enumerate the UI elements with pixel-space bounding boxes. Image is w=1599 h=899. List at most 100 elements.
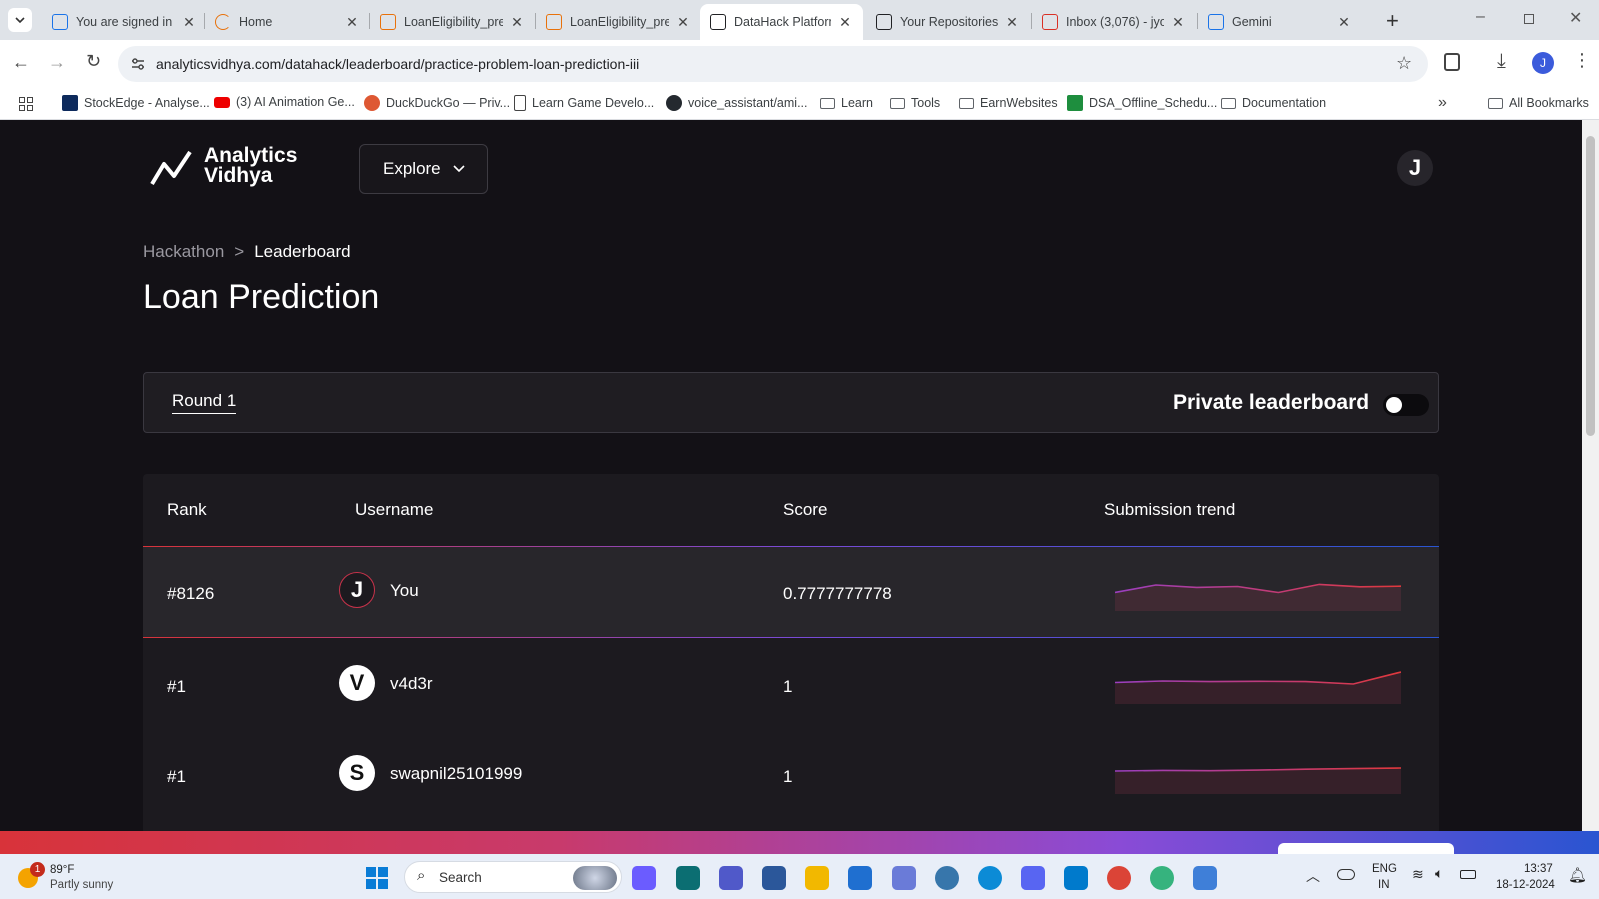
restore-button[interactable]	[1524, 14, 1534, 24]
tab-5[interactable]: DataHack Platform ✕	[700, 4, 863, 40]
download-icon[interactable]: ⤓	[1497, 50, 1506, 73]
tab-2[interactable]: Home ✕	[205, 4, 370, 40]
edge-icon[interactable]	[978, 866, 1002, 890]
notification-bell-icon[interactable]: 🔔︎	[1568, 866, 1587, 884]
close-window-button[interactable]: ✕	[1569, 8, 1582, 28]
snipping-tool-icon[interactable]	[892, 866, 916, 890]
bookmark-label: (3) AI Animation Ge...	[236, 95, 355, 109]
tab-title: You are signed in	[76, 15, 173, 29]
floating-widget-tab[interactable]	[1278, 843, 1454, 854]
bookmark-item[interactable]: EarnWebsites	[958, 95, 1058, 111]
new-tab-button[interactable]: +	[1386, 8, 1399, 34]
volume-icon[interactable]: 🔈︎	[1435, 865, 1443, 882]
reload-icon[interactable]: ↻	[86, 51, 101, 72]
user-avatar[interactable]: J	[1397, 150, 1433, 186]
wifi-icon[interactable]: ≋	[1412, 866, 1424, 883]
breadcrumb-hackathon[interactable]: Hackathon	[143, 242, 224, 262]
menu-icon[interactable]: ⋮	[1573, 50, 1591, 71]
battery-icon[interactable]	[1460, 870, 1476, 879]
clock-app-icon[interactable]	[676, 866, 700, 890]
toggle-knob	[1386, 397, 1402, 413]
folder-icon	[889, 95, 905, 111]
site-settings-icon[interactable]	[130, 57, 146, 71]
discord-icon[interactable]	[1021, 866, 1045, 890]
scrollbar-thumb[interactable]	[1586, 136, 1595, 436]
close-tab-icon[interactable]: ✕	[509, 14, 525, 31]
more-bookmarks-icon[interactable]: »	[1438, 94, 1447, 112]
explore-button[interactable]: Explore	[359, 144, 488, 194]
analytics-vidhya-logo-icon	[150, 150, 192, 186]
apps-grid-icon[interactable]	[19, 97, 33, 111]
extensions-icon[interactable]	[1444, 53, 1460, 71]
bookmark-item[interactable]: voice_assistant/ami...	[666, 95, 808, 111]
tab-round-1[interactable]: Round 1	[172, 391, 237, 414]
word-icon[interactable]	[762, 866, 786, 890]
bookmark-item[interactable]: (3) AI Animation Ge...	[214, 95, 355, 109]
notepad-icon[interactable]	[1193, 866, 1217, 890]
store-icon[interactable]	[848, 866, 872, 890]
table-row[interactable]: #8126 J You 0.7777777778	[143, 546, 1439, 638]
vscode-icon[interactable]	[1064, 866, 1088, 890]
tab-search-button[interactable]	[8, 8, 32, 32]
onedrive-icon[interactable]	[1337, 869, 1355, 880]
tab-separator	[1197, 13, 1198, 29]
logo-text-line2: Vidhya	[204, 164, 273, 187]
close-tab-icon[interactable]: ✕	[1336, 14, 1352, 31]
tab-title: DataHack Platform	[734, 15, 831, 29]
folder-icon	[1487, 95, 1503, 111]
teams-icon[interactable]	[719, 866, 743, 890]
close-tab-icon[interactable]: ✕	[181, 14, 197, 31]
private-leaderboard-toggle[interactable]	[1383, 394, 1429, 416]
sheets-icon	[1067, 95, 1083, 111]
weather-temp: 89°F	[50, 864, 75, 876]
username-cell[interactable]: You	[390, 581, 419, 601]
bookmark-item[interactable]: Tools	[889, 95, 940, 111]
close-tab-icon[interactable]: ✕	[675, 14, 691, 31]
close-tab-icon[interactable]: ✕	[1170, 14, 1186, 31]
table-row[interactable]: #1 Vv4d3r 1	[143, 640, 1439, 731]
site-logo[interactable]: Analytics Vidhya	[148, 145, 308, 190]
close-tab-icon[interactable]: ✕	[1004, 14, 1020, 31]
bookmark-item[interactable]: DuckDuckGo — Priv...	[364, 95, 510, 111]
breadcrumb: Hackathon > Leaderboard	[143, 242, 351, 262]
tab-4[interactable]: LoanEligibility_pre ✕	[536, 4, 701, 40]
start-button[interactable]	[366, 867, 388, 889]
bookmark-item[interactable]: Documentation	[1220, 95, 1326, 111]
tab-8[interactable]: Gemini ✕	[1198, 4, 1362, 40]
chrome-icon[interactable]	[1107, 866, 1131, 890]
tab-3[interactable]: LoanEligibility_pre ✕	[370, 4, 535, 40]
clock-time[interactable]: 13:37	[1524, 863, 1553, 875]
all-bookmarks-folder[interactable]: All Bookmarks	[1487, 95, 1589, 111]
browser-tab-strip: You are signed in ✕ Home ✕ LoanEligibility_p…	[0, 0, 1599, 40]
loader-icon[interactable]	[1150, 866, 1174, 890]
profile-avatar[interactable]: J	[1532, 52, 1554, 74]
tab-7[interactable]: Inbox (3,076) - jyo ✕	[1032, 4, 1196, 40]
username-cell[interactable]: v4d3r	[390, 674, 433, 694]
bookmark-item[interactable]: Learn	[819, 95, 873, 111]
python-icon[interactable]	[935, 866, 959, 890]
tab-1[interactable]: You are signed in ✕	[42, 4, 207, 40]
minimize-button[interactable]: –	[1476, 8, 1485, 26]
language-line1[interactable]: ENG	[1372, 863, 1397, 875]
bookmark-item[interactable]: DSA_Offline_Schedu...	[1067, 95, 1217, 111]
sparkline-area	[1115, 671, 1401, 704]
file-explorer-icon[interactable]	[805, 866, 829, 890]
back-icon[interactable]: ←	[12, 52, 30, 73]
tray-chevron-icon[interactable]: ︿	[1306, 866, 1320, 886]
footer-gradient-band	[0, 831, 1599, 854]
bookmark-item[interactable]: StockEdge - Analyse...	[62, 95, 210, 111]
close-tab-icon[interactable]: ✕	[344, 14, 360, 31]
copilot-icon[interactable]	[632, 866, 656, 890]
user-avatar: J	[339, 572, 375, 608]
username-cell[interactable]: swapnil25101999	[390, 764, 522, 784]
forward-icon[interactable]: →	[48, 52, 66, 73]
bookmark-item[interactable]: Learn Game Develo...	[514, 95, 654, 111]
page-scrollbar[interactable]	[1582, 120, 1599, 831]
close-tab-icon[interactable]: ✕	[837, 14, 853, 31]
address-bar[interactable]: analyticsvidhya.com/datahack/leaderboard…	[118, 46, 1428, 82]
tab-6[interactable]: Your Repositories ✕	[866, 4, 1030, 40]
bookmark-star-icon[interactable]: ☆	[1396, 53, 1412, 74]
weather-widget[interactable]: 1 89°F Partly sunny	[16, 860, 136, 896]
table-row[interactable]: #1 Sswapnil25101999 1	[143, 731, 1439, 821]
taskbar-search[interactable]: ⌕ Search	[404, 861, 622, 893]
